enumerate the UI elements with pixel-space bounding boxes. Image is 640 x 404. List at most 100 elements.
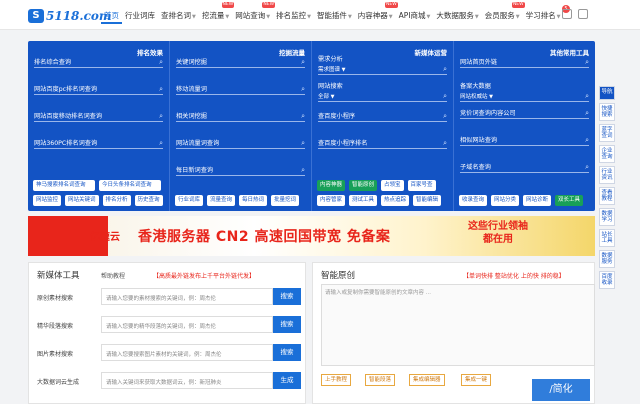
nav-api-store[interactable]: API商城▼ — [396, 8, 434, 24]
search-icon[interactable]: ⌕ — [301, 111, 305, 122]
quick-button[interactable]: 百家号查 — [407, 180, 436, 191]
tool-link[interactable]: 每日新词查询 ⌕ — [176, 165, 305, 176]
side-tab[interactable]: 站长工具 — [599, 229, 615, 247]
quick-button[interactable]: 收录查询 — [459, 195, 488, 206]
side-tab[interactable]: 行业资讯 — [599, 166, 615, 184]
side-tab[interactable]: 企业查询 — [599, 145, 615, 163]
search-icon[interactable]: ⌕ — [443, 64, 447, 75]
side-tab[interactable]: 百度收录 — [599, 271, 615, 289]
search-icon[interactable]: ⌕ — [159, 84, 163, 95]
promo-link[interactable]: 【高质最外链发布上千平台外链代发】 — [153, 271, 255, 280]
search-icon[interactable]: ⌕ — [301, 165, 305, 176]
tool-dropdown[interactable]: 需求图谱 ▼ ⌕ — [318, 64, 447, 75]
search-icon[interactable]: ⌕ — [443, 138, 447, 149]
tool-dropdown[interactable]: 网站权威站 ▼ ⌕ — [460, 91, 589, 102]
search-icon[interactable]: ⌕ — [159, 57, 163, 68]
tool-link[interactable]: 子域名查询 ⌕ — [460, 162, 589, 173]
search-icon[interactable]: ⌕ — [585, 57, 589, 68]
quick-button[interactable]: 神马搜索排名词查询 — [33, 180, 95, 191]
search-icon[interactable]: ⌕ — [159, 111, 163, 122]
nav-content-tools[interactable]: 内容神器▼ NEW — [355, 2, 398, 24]
side-tab[interactable]: 蓝字查词 — [599, 124, 615, 142]
quick-button[interactable]: 智能原创 — [349, 180, 378, 191]
nav-learn-rank[interactable]: 学习排名▼ — [523, 8, 564, 24]
side-tab[interactable]: 快捷搜索 — [599, 103, 615, 121]
quick-button[interactable]: 内容神器 — [317, 180, 346, 191]
editor-button[interactable]: 集成编辑器 — [409, 374, 445, 386]
article-textarea[interactable]: 请输入或复制你需要智能原创的文章内容 ... — [321, 284, 595, 366]
quick-button[interactable]: 网站监控 — [33, 195, 62, 206]
search-icon[interactable]: ⌕ — [443, 111, 447, 122]
quick-button[interactable]: 网站分类 — [491, 195, 520, 206]
side-tab[interactable]: 导航 — [599, 86, 615, 100]
search-input[interactable]: 请输入您要的精华段落的关键词，例：周杰伦 — [101, 316, 273, 333]
tool-link[interactable]: 查百度小程序排名 ⌕ — [318, 138, 447, 149]
quick-button[interactable]: 内容管家 — [317, 195, 346, 206]
promo-link[interactable]: 【单词快排 整站优化 上的快 排的稳】 — [463, 271, 565, 280]
search-icon[interactable]: ⌕ — [443, 91, 447, 102]
side-tab[interactable]: 数据服务 — [599, 250, 615, 268]
user-icon[interactable] — [578, 9, 588, 19]
search-icon[interactable]: ⌕ — [585, 162, 589, 173]
quick-button[interactable]: 网站关键词 — [65, 195, 99, 206]
nav-site-query[interactable]: 网站查询▼ NEW — [232, 2, 276, 24]
search-icon[interactable]: ⌕ — [301, 84, 305, 95]
quick-button[interactable]: 排名分析 — [102, 195, 131, 206]
tool-link[interactable]: 网站流量词查询 ⌕ — [176, 138, 305, 149]
quick-button[interactable]: 测试工具 — [349, 195, 378, 206]
nav-rank-monitor[interactable]: 排名监控▼ — [273, 8, 314, 24]
search-icon[interactable]: ⌕ — [301, 57, 305, 68]
nav-traffic[interactable]: 挖流量▼ NEW — [199, 2, 235, 24]
quick-button[interactable]: 批量挖词 — [271, 195, 300, 206]
tool-link[interactable]: 查百度小程序 ⌕ — [318, 111, 447, 122]
quick-button[interactable]: 行业词库 — [175, 195, 204, 206]
tool-link[interactable]: 相关词挖掘 ⌕ — [176, 111, 305, 122]
quick-button[interactable]: 今日头条排名词查询 — [99, 180, 161, 191]
tool-link[interactable]: 关键词挖掘 ⌕ — [176, 57, 305, 68]
tool-link[interactable]: 排名综合查询 ⌕ — [34, 57, 163, 68]
search-input[interactable]: 请输入您要的素材搜索的关键词，例：周杰伦 — [101, 288, 273, 305]
tool-link[interactable]: 竞价词查询内容公司 ⌕ — [460, 108, 589, 119]
one-click-button[interactable]: 集成一键 — [461, 374, 492, 386]
quick-button[interactable]: 双长工具 — [555, 195, 584, 206]
quick-button[interactable]: 占领宝 — [381, 180, 404, 191]
help-link[interactable]: 帮助教程 — [101, 271, 125, 280]
search-icon[interactable]: ⌕ — [585, 108, 589, 119]
generate-button[interactable]: 生成 — [273, 372, 301, 389]
search-button[interactable]: 搜索 — [273, 316, 301, 333]
tool-dropdown[interactable]: 全部 ▼ ⌕ — [318, 91, 447, 102]
quick-button[interactable]: 热点追踪 — [381, 195, 410, 206]
nav-membership[interactable]: 会员服务▼ NEW — [482, 2, 525, 24]
quick-button[interactable]: 每日热词 — [239, 195, 268, 206]
quick-button[interactable]: 智能编辑 — [413, 195, 442, 206]
search-input[interactable]: 请输入您要搜索图片素材的关键词，例：周杰伦 — [101, 344, 273, 361]
tool-link[interactable]: 网站百度移动排名词查询 ⌕ — [34, 111, 163, 122]
search-button[interactable]: 搜索 — [273, 344, 301, 361]
nav-plugins[interactable]: 智能插件▼ — [314, 8, 355, 24]
quick-button[interactable]: 网站诊断 — [523, 195, 552, 206]
search-icon[interactable]: ⌕ — [585, 135, 589, 146]
tool-link[interactable]: 网站首页外链 ⌕ — [460, 57, 589, 68]
tutorial-button[interactable]: 上手教程 — [321, 374, 352, 386]
nav-home[interactable]: 首页 — [101, 8, 122, 24]
search-input[interactable]: 请输入关键词来获取大数据词云，例：新冠肺炎 — [101, 372, 273, 389]
search-icon[interactable]: ⌕ — [301, 138, 305, 149]
search-icon[interactable]: ⌕ — [585, 91, 589, 102]
tool-link[interactable]: 网站百度pc排名词查询 ⌕ — [34, 84, 163, 95]
smart-paragraph-button[interactable]: 智能段落 — [365, 374, 396, 386]
search-icon[interactable]: ⌕ — [159, 138, 163, 149]
side-tab[interactable]: 查看教程 — [599, 187, 615, 205]
nav-industry-words[interactable]: 行业词库 — [122, 8, 158, 24]
quick-button[interactable]: 流量查询 — [207, 195, 236, 206]
side-tab[interactable]: 数据学习 — [599, 208, 615, 226]
nav-rank-words[interactable]: 查排名词▼ — [158, 8, 199, 24]
tool-link[interactable]: 移动流量词 ⌕ — [176, 84, 305, 95]
bell-icon[interactable] — [562, 9, 572, 19]
nav-big-data[interactable]: 大数据服务▼ — [433, 8, 481, 24]
site-logo[interactable]: S 5118.com — [28, 7, 112, 24]
search-button[interactable]: 搜索 — [273, 288, 301, 305]
quick-button[interactable]: 历史查询 — [134, 195, 163, 206]
tool-link[interactable]: 网站360PC排名词查询 ⌕ — [34, 138, 163, 149]
ad-banner[interactable]: 亿速云 香港服务器 CN2 高速回国带宽 免备案 这些行业领袖 都在用 — [28, 216, 595, 256]
tool-link[interactable]: 相似网站查询 ⌕ — [460, 135, 589, 146]
